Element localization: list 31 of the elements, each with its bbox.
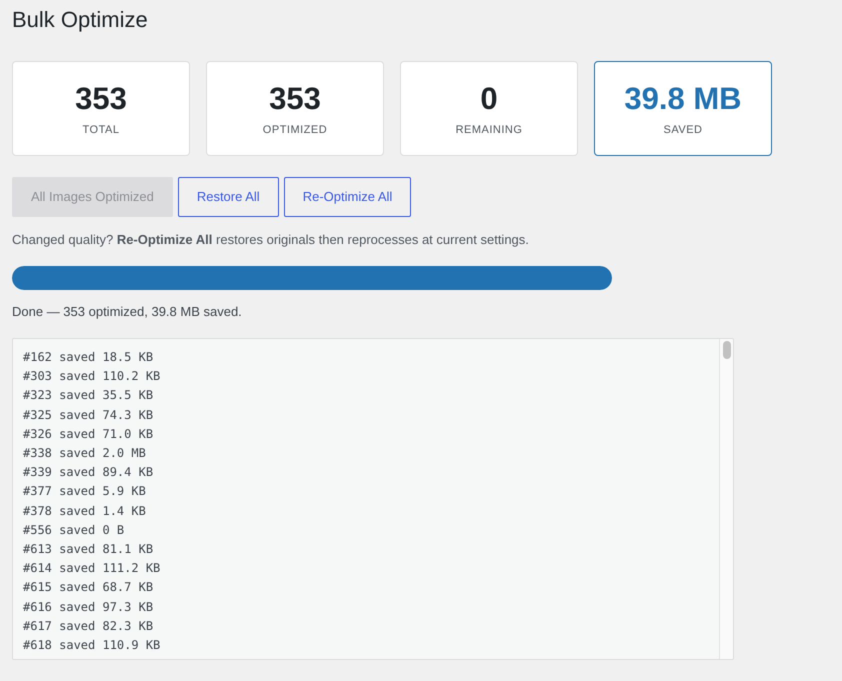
log-line: #339 saved 89.4 KB	[23, 464, 154, 482]
log-line: #613 saved 81.1 KB	[23, 541, 154, 558]
stat-value: 39.8 MB	[624, 80, 742, 118]
log-line: #614 saved 111.2 KB	[23, 560, 160, 578]
log-line: #618 saved 110.9 KB	[23, 637, 160, 654]
log-line: #303 saved 110.2 KB	[23, 368, 160, 386]
action-button[interactable]: Re-Optimize All	[284, 177, 412, 217]
stat-label: OPTIMIZED	[262, 122, 328, 138]
stat-value: 0	[480, 80, 498, 118]
stat-value: 353	[269, 80, 321, 118]
hint-text: Changed quality? Re-Optimize All restores originals then reprocesses at current settings.	[12, 231, 529, 249]
log-line: #377 saved 5.9 KB	[23, 483, 146, 500]
log-line: #338 saved 2.0 MB	[23, 445, 146, 462]
scrollbar-thumb[interactable]	[722, 341, 730, 359]
page-title: Bulk Optimize	[12, 6, 148, 34]
log-line: #617 saved 82.3 KB	[23, 618, 154, 635]
stat-value: 353	[75, 80, 127, 118]
log-line: #326 saved 71.0 KB	[23, 426, 154, 443]
log-line: #325 saved 74.3 KB	[23, 406, 154, 424]
log-line: #556 saved 0 B	[23, 522, 124, 539]
log-line: #162 saved 18.5 KB	[23, 349, 154, 366]
stat-label: SAVED	[664, 122, 702, 138]
log-line: #615 saved 68.7 KB	[23, 579, 154, 596]
scrollbar-track[interactable]	[719, 339, 733, 659]
log-line: #323 saved 35.5 KB	[23, 387, 154, 404]
action-button[interactable]: Restore All	[178, 177, 279, 217]
stat-label: TOTAL	[82, 122, 120, 138]
status-text: Done — 353 optimized, 39.8 MB saved.	[12, 303, 242, 321]
log-line: #378 saved 1.4 KB	[23, 502, 146, 520]
stat-label: REMAINING	[456, 122, 522, 138]
log-line: #616 saved 97.3 KB	[23, 598, 154, 616]
